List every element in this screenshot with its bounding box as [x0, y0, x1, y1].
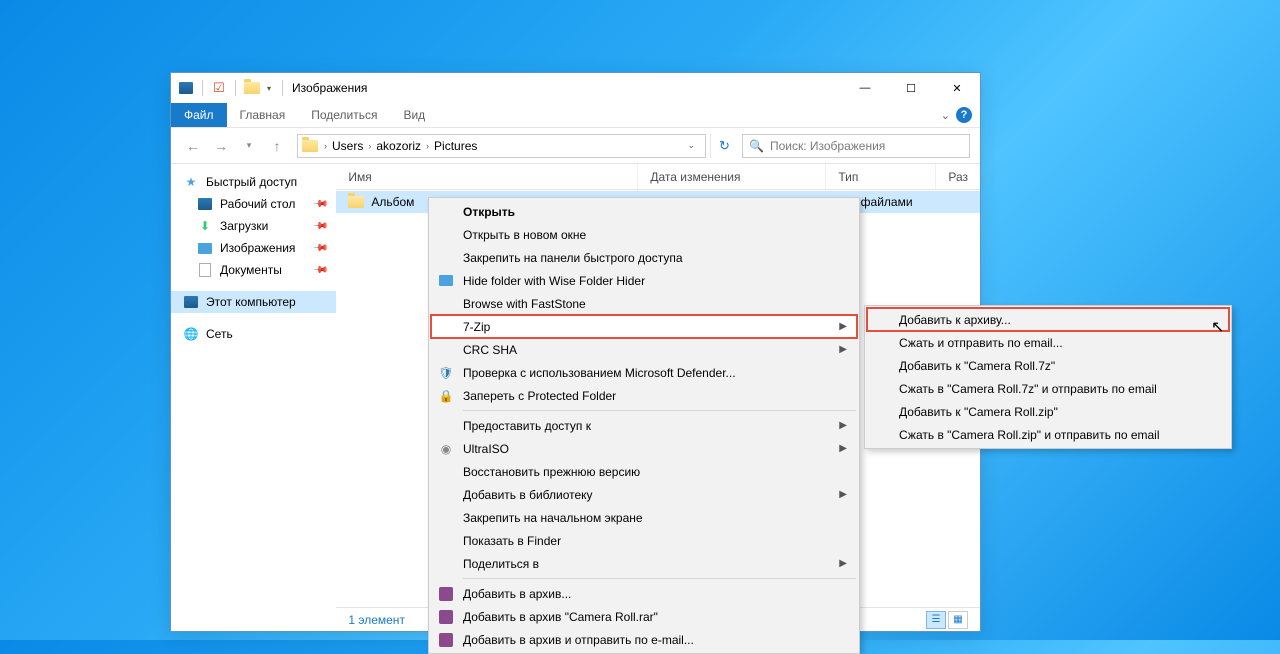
downloads-icon: ⬇: [197, 218, 213, 234]
up-button[interactable]: ↑: [265, 134, 289, 158]
chevron-right-icon: ▶: [839, 489, 847, 500]
app-icon: [177, 79, 195, 97]
rar-icon: [438, 609, 454, 625]
ctx-item-5[interactable]: 7-Zip▶: [431, 315, 857, 338]
pc-icon: [183, 294, 199, 310]
view-details-button[interactable]: ☰: [926, 611, 946, 629]
ctx-sub-item-2[interactable]: Добавить к "Camera Roll.7z": [867, 354, 1229, 377]
titlebar: ☑ ▾ Изображения — ☐ ✕: [171, 73, 980, 103]
recent-dropdown[interactable]: ▾: [237, 134, 261, 158]
sidebar-desktop[interactable]: Рабочий стол 📌: [171, 193, 336, 215]
chevron-right-icon: ▶: [839, 420, 847, 431]
search-icon: 🔍: [749, 139, 764, 153]
search-placeholder: Поиск: Изображения: [770, 139, 885, 153]
ctx-item-3[interactable]: Hide folder with Wise Folder Hider: [431, 269, 857, 292]
address-bar[interactable]: › Users › akozoriz › Pictures ⌄: [297, 134, 706, 158]
view-icons-button[interactable]: ▦: [948, 611, 968, 629]
addr-dropdown-icon[interactable]: ⌄: [681, 140, 701, 151]
addr-folder-icon: [302, 140, 318, 152]
ctx-sub-item-1[interactable]: Сжать и отправить по email...: [867, 331, 1229, 354]
qat-chevron-icon[interactable]: ▾: [267, 84, 271, 93]
network-icon: 🌐: [183, 326, 199, 342]
status-count: 1 элемент: [348, 613, 405, 627]
sidebar-this-pc[interactable]: Этот компьютер: [171, 291, 336, 313]
ctx-item-4[interactable]: Browse with FastStone: [431, 292, 857, 315]
minimize-button[interactable]: —: [842, 73, 888, 103]
crumb-1[interactable]: akozoriz: [373, 139, 424, 153]
folder-icon: [348, 196, 364, 208]
search-input[interactable]: 🔍 Поиск: Изображения: [742, 134, 970, 158]
tab-share[interactable]: Поделиться: [298, 103, 390, 127]
ctx-sub-item-0[interactable]: Добавить к архиву...: [867, 308, 1229, 331]
ctx-item-14[interactable]: Закрепить на начальном экране: [431, 506, 857, 529]
ribbon: Файл Главная Поделиться Вид ⌄ ?: [171, 103, 980, 128]
ctx-item-8[interactable]: 🔒Запереть с Protected Folder: [431, 384, 857, 407]
tab-view[interactable]: Вид: [390, 103, 438, 127]
help-icon[interactable]: ?: [956, 107, 972, 123]
file-type: с файлами: [851, 195, 912, 209]
quick-access-toolbar: ☑ ▾: [177, 79, 284, 97]
pin-icon: 📌: [312, 262, 329, 279]
column-headers: Имя Дата изменения Тип Раз: [336, 164, 980, 190]
ctx-item-0[interactable]: Открыть: [431, 200, 857, 223]
ctx-item-10[interactable]: Предоставить доступ к▶: [431, 414, 857, 437]
ctx-sub-item-5[interactable]: Сжать в "Camera Roll.zip" и отправить по…: [867, 423, 1229, 446]
rar-icon: [438, 586, 454, 602]
chevron-right-icon: ▶: [839, 344, 847, 355]
crumb-0[interactable]: Users: [329, 139, 366, 153]
folder-blue-icon: [438, 273, 454, 289]
context-menu: ОткрытьОткрыть в новом окнеЗакрепить на …: [428, 197, 860, 654]
pin-icon: 📌: [312, 218, 329, 235]
pin-icon: 📌: [312, 240, 329, 257]
chevron-right-icon: ▶: [839, 558, 847, 569]
ctx-item-19[interactable]: Добавить в архив "Camera Roll.rar": [431, 605, 857, 628]
qat-properties-icon[interactable]: ☑: [210, 79, 228, 97]
sidebar: ★ Быстрый доступ Рабочий стол 📌 ⬇ Загруз…: [171, 164, 336, 631]
ctx-item-6[interactable]: CRC SHA▶: [431, 338, 857, 361]
ctx-item-1[interactable]: Открыть в новом окне: [431, 223, 857, 246]
qat-folder-icon[interactable]: [243, 79, 261, 97]
documents-icon: [197, 262, 213, 278]
ctx-item-16[interactable]: Поделиться в▶: [431, 552, 857, 575]
ctx-item-11[interactable]: ◉UltraISO▶: [431, 437, 857, 460]
col-name[interactable]: Имя: [336, 164, 638, 189]
ctx-item-7[interactable]: 🛡Проверка с использованием Microsoft Def…: [431, 361, 857, 384]
pictures-icon: [197, 240, 213, 256]
ctx-item-12[interactable]: Восстановить прежнюю версию: [431, 460, 857, 483]
lock-icon: 🔒: [438, 388, 454, 404]
chevron-right-icon: ▶: [839, 321, 847, 332]
ctx-item-18[interactable]: Добавить в архив...: [431, 582, 857, 605]
ctx-item-15[interactable]: Показать в Finder: [431, 529, 857, 552]
refresh-button[interactable]: ↻: [710, 134, 738, 158]
crumb-2[interactable]: Pictures: [431, 139, 480, 153]
chevron-right-icon: ▶: [839, 443, 847, 454]
sidebar-documents[interactable]: Документы 📌: [171, 259, 336, 281]
window-title: Изображения: [292, 81, 367, 95]
sidebar-pictures[interactable]: Изображения 📌: [171, 237, 336, 259]
pin-icon: 📌: [312, 196, 329, 213]
back-button[interactable]: ←: [181, 134, 205, 158]
star-icon: ★: [183, 174, 199, 190]
disc-icon: ◉: [438, 441, 454, 457]
sidebar-quick-access[interactable]: ★ Быстрый доступ: [171, 171, 336, 193]
col-size[interactable]: Раз: [936, 164, 980, 189]
ribbon-expand-icon[interactable]: ⌄: [941, 109, 950, 122]
col-type[interactable]: Тип: [826, 164, 936, 189]
ctx-sub-item-4[interactable]: Добавить к "Camera Roll.zip": [867, 400, 1229, 423]
tab-file[interactable]: Файл: [171, 103, 227, 127]
close-button[interactable]: ✕: [934, 73, 980, 103]
ctx-item-2[interactable]: Закрепить на панели быстрого доступа: [431, 246, 857, 269]
forward-button[interactable]: →: [209, 134, 233, 158]
desktop-icon: [197, 196, 213, 212]
ctx-sub-item-3[interactable]: Сжать в "Camera Roll.7z" и отправить по …: [867, 377, 1229, 400]
context-submenu-7zip: Добавить к архиву...Сжать и отправить по…: [864, 305, 1232, 449]
maximize-button[interactable]: ☐: [888, 73, 934, 103]
ctx-item-13[interactable]: Добавить в библиотеку▶: [431, 483, 857, 506]
shield-icon: 🛡: [438, 365, 454, 381]
sidebar-downloads[interactable]: ⬇ Загрузки 📌: [171, 215, 336, 237]
tab-home[interactable]: Главная: [227, 103, 299, 127]
sidebar-network[interactable]: 🌐 Сеть: [171, 323, 336, 345]
col-date[interactable]: Дата изменения: [638, 164, 826, 189]
navbar: ← → ▾ ↑ › Users › akozoriz › Pictures ⌄ …: [171, 128, 980, 164]
